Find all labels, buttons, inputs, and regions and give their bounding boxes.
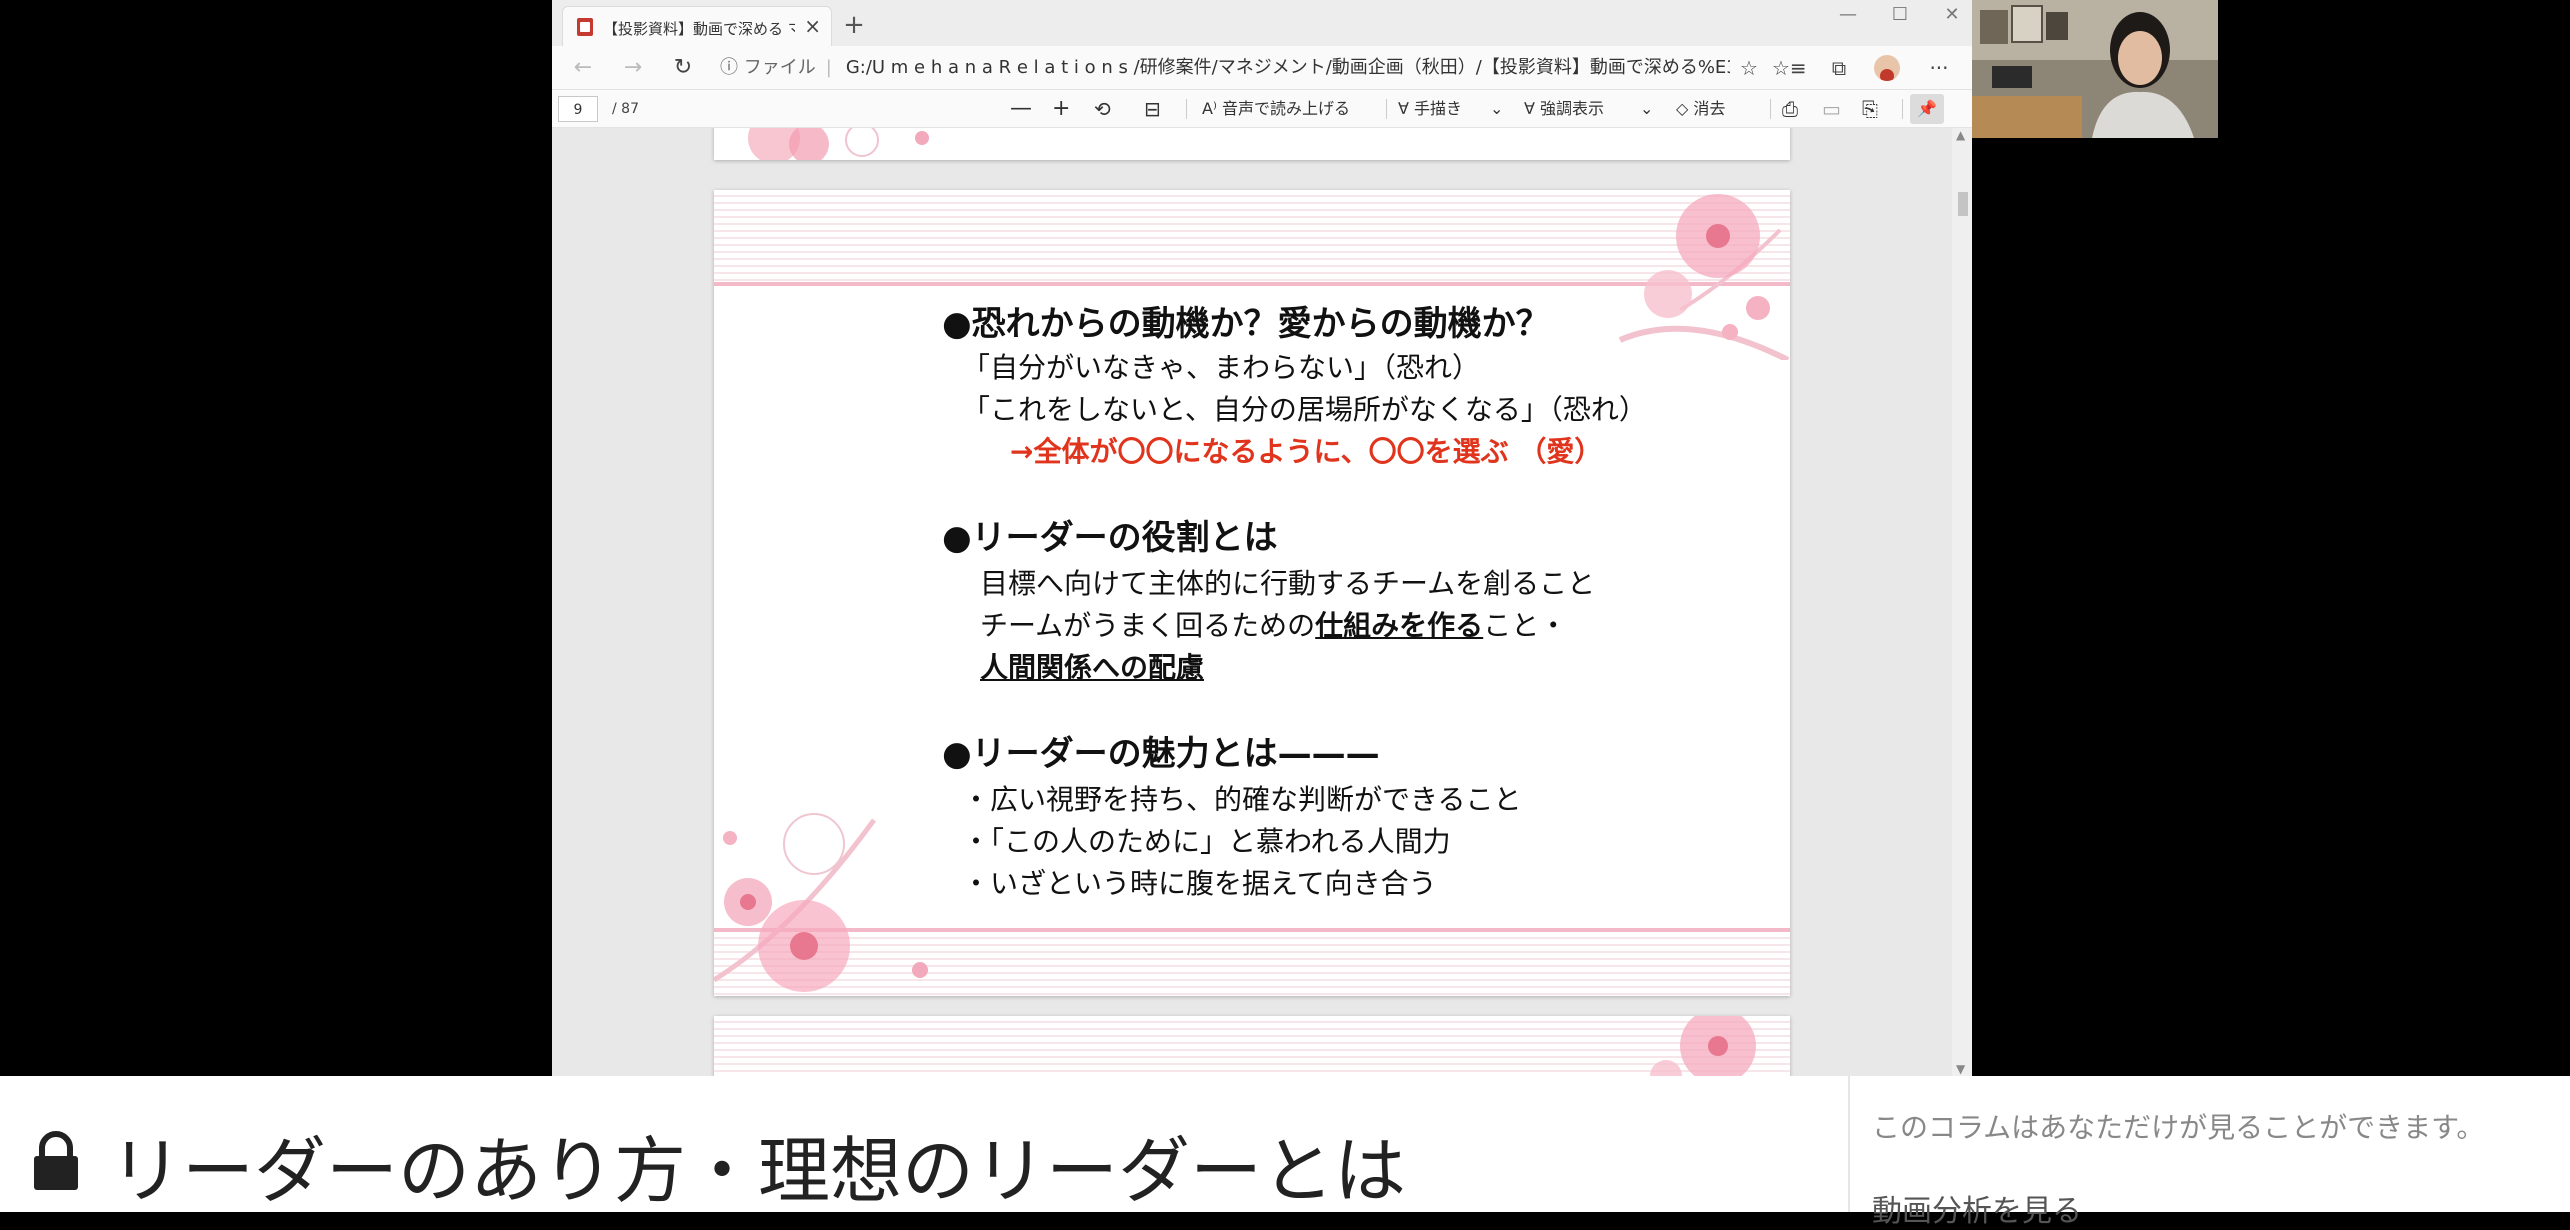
url-separator: | [825, 57, 832, 78]
lesson-title: リーダーのあり方・理想のリーダーとは [110, 1129, 1407, 1213]
scroll-up-arrow-icon[interactable]: ▲ [1956, 128, 1965, 142]
draw-options-chevron-icon[interactable]: ⌄ [1490, 94, 1503, 124]
page-number-input[interactable]: 9 [558, 96, 598, 122]
scrollbar-thumb[interactable] [1958, 192, 1968, 216]
slide-bullet-item: ・いざという時に腹を据えて向き合う [962, 867, 1437, 900]
maximize-button[interactable]: ☐ [1874, 0, 1926, 30]
previous-slide [714, 128, 1790, 160]
url-field[interactable]: ⓘ ファイル | G:/U m e h a n a R e l a t i o n … [720, 50, 1730, 86]
next-slide [714, 1016, 1790, 1076]
reload-button[interactable]: ↻ [666, 53, 700, 83]
sidebar-divider [1848, 1076, 1850, 1212]
slide-text-line: 「これをしないと、自分の居場所がなくなる」（恐れ） [962, 393, 1647, 426]
lock-icon [34, 1131, 78, 1190]
slide-text-line: 目標へ向けて主体的に行動するチームを創ること [980, 567, 1596, 600]
blossom-decoration-icon [748, 128, 929, 160]
close-tab-icon[interactable]: × [804, 14, 821, 38]
slide-heading-leader-role: ●リーダーの役割とは [942, 518, 1278, 558]
close-window-button[interactable]: ✕ [1926, 0, 1972, 30]
address-bar: ← → ↻ ⓘ ファイル | G:/U m e h a n a R e l a t … [552, 46, 1972, 90]
collections-icon[interactable]: ⧉ [1822, 53, 1856, 83]
slide-text-line: 「自分がいなきゃ、まわらない」（恐れ） [962, 351, 1481, 384]
tab-strip: 【投影資料】動画で深める マネジメント × + — ☐ ✕ [552, 0, 1972, 46]
print-icon[interactable]: ⎙ [1782, 94, 1798, 124]
slide-underlined-text: 人間関係への配慮 [980, 651, 1205, 684]
tab-pdf-document[interactable]: 【投影資料】動画で深める マネジメント × [562, 6, 832, 46]
vertical-scrollbar[interactable]: ▲ ▼ [1952, 128, 1972, 1076]
fit-page-icon[interactable]: ⊟ [1144, 94, 1161, 124]
presenter-video-image [1972, 0, 2218, 138]
erase-button[interactable]: ◇ 消去 [1676, 94, 1725, 124]
slide-text-line: チームがうまく回るための仕組みを作ること・ [980, 604, 1567, 644]
site-info-icon[interactable]: ⓘ ファイル [720, 57, 816, 78]
pdf-viewer[interactable]: ●恐れからの動機か？愛からの動機か？ 「自分がいなきゃ、まわらない」（恐れ） 「… [552, 128, 1972, 1076]
slide-text-fragment: チームがうまく回るための [980, 609, 1316, 642]
favorites-list-icon[interactable]: ☆≡ [1772, 53, 1807, 83]
slide-heading-motivation: ●恐れからの動機か？愛からの動機か？ [942, 304, 1550, 344]
plum-blossom-icon [1650, 1016, 1756, 1076]
toolbar-divider [1770, 99, 1771, 119]
forward-button[interactable]: → [616, 53, 650, 83]
lesson-page: リーダーのあり方・理想のリーダーとは このコラムはあなただけが見ることができます… [0, 1076, 2570, 1229]
video-analysis-link[interactable]: 動画分析を見る [1872, 1186, 2082, 1230]
pin-toolbar-icon[interactable]: 📌 [1910, 94, 1944, 124]
slide-text-fragment: こと・ [1483, 609, 1568, 642]
zoom-out-button[interactable]: — [1010, 94, 1032, 124]
rotate-icon[interactable]: ⟲ [1094, 94, 1111, 124]
slide-content: ●恐れからの動機か？愛からの動機か？ 「自分がいなきゃ、まわらない」（恐れ） 「… [714, 190, 1790, 996]
pdf-toolbar: 9 / 87 — + ⟲ ⊟ A⁾ 音声で読み上げる ∀ 手描き ⌄ ∀ 強調表… [552, 90, 1972, 128]
slide-bullet-item: ・「この人のために」と慕われる人間力 [962, 825, 1451, 858]
minimize-button[interactable]: — [1822, 0, 1874, 30]
scroll-down-arrow-icon[interactable]: ▼ [1956, 1062, 1965, 1076]
toolbar-divider [1186, 99, 1187, 119]
current-slide: ●恐れからの動機か？愛からの動機か？ 「自分がいなきゃ、まわらない」（恐れ） 「… [714, 190, 1790, 996]
private-column-note: このコラムはあなただけが見ることができます。 [1872, 1111, 2485, 1144]
zoom-in-button[interactable]: + [1052, 94, 1070, 124]
toolbar-divider [1386, 99, 1387, 119]
save-icon[interactable]: ▭ [1822, 94, 1841, 124]
draw-button[interactable]: ∀ 手描き [1398, 94, 1462, 124]
favorite-star-icon[interactable]: ☆ [1732, 53, 1766, 83]
slide-heading-leader-appeal: ●リーダーの魅力とは——— [942, 734, 1380, 774]
browser-window: 【投影資料】動画で深める マネジメント × + — ☐ ✕ ← → ↻ ⓘ ファ… [552, 0, 1972, 1076]
new-tab-button[interactable]: + [834, 6, 874, 44]
toolbar-divider [1902, 99, 1903, 119]
tab-title: 【投影資料】動画で深める マネジメント [603, 20, 795, 38]
webcam-video [1972, 0, 2218, 138]
highlight-options-chevron-icon[interactable]: ⌄ [1640, 94, 1653, 124]
profile-avatar[interactable] [1874, 55, 1900, 81]
highlight-button[interactable]: ∀ 強調表示 [1524, 94, 1604, 124]
back-button[interactable]: ← [566, 53, 600, 83]
slide-bullet-item: ・広い視野を持ち、的確な判断ができること [962, 783, 1522, 816]
pdf-file-icon [577, 18, 593, 36]
more-menu-icon[interactable]: ··· [1922, 53, 1956, 83]
page-total: / 87 [612, 101, 639, 117]
url-text: G:/U m e h a n a R e l a t i o n s /研修案件… [845, 57, 1730, 78]
slide-answer-line: →全体が〇〇になるように、〇〇を選ぶ （愛） [1010, 435, 1603, 468]
read-aloud-button[interactable]: A⁾ 音声で読み上げる [1202, 94, 1350, 124]
save-as-icon[interactable]: ⎘ [1862, 94, 1878, 124]
slide-underlined-text: 仕組みを作る [1315, 609, 1484, 642]
